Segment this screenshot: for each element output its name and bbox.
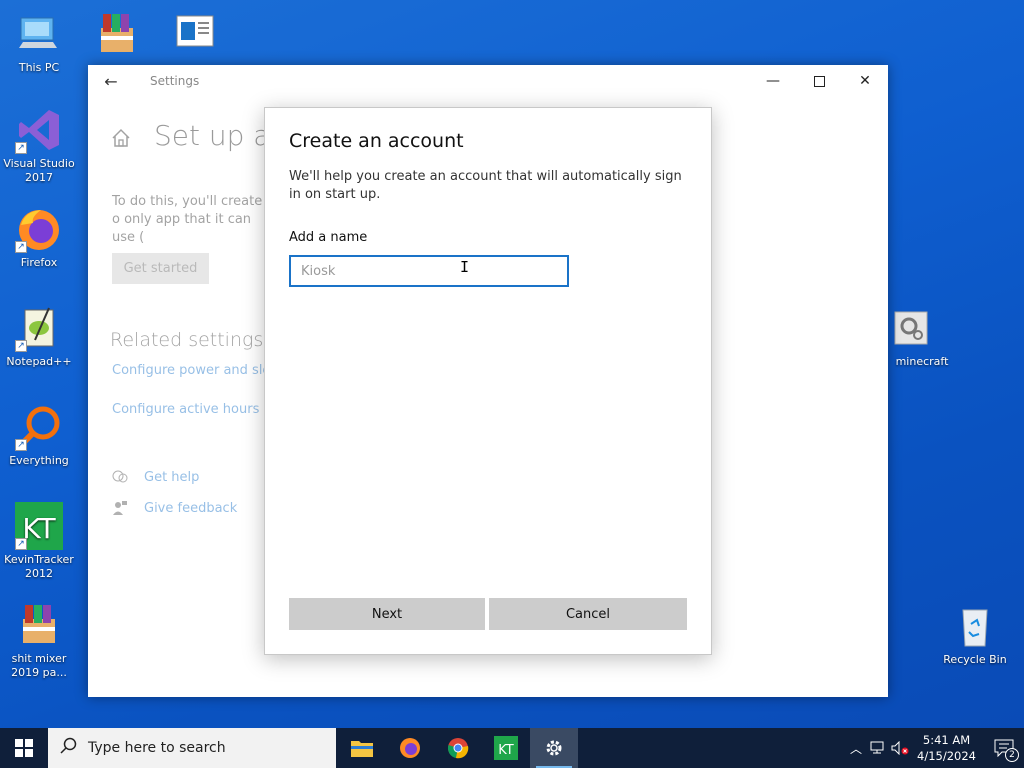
firefox-icon: ↗ <box>15 205 63 253</box>
give-feedback-link[interactable]: Give feedback <box>112 500 237 516</box>
gear-settings-icon <box>887 304 935 352</box>
arrow-left-icon: ← <box>104 71 118 91</box>
desktop-icon-label: KevinTracker 2012 <box>4 553 74 580</box>
search-placeholder: Type here to search <box>88 740 226 756</box>
svg-text:KT: KT <box>498 743 514 758</box>
desktop-icon-kevintracker[interactable]: KT ↗ KevinTracker 2012 <box>0 502 78 581</box>
desktop-icon-shit-mixer[interactable]: shit mixer 2019 pa... <box>0 601 78 680</box>
taskbar-kevintracker[interactable]: KT <box>482 728 530 768</box>
shortcut-arrow-icon: ↗ <box>15 439 27 451</box>
page-description: To do this, you'll create o only app tha… <box>112 194 263 245</box>
desktop-icon-this-pc[interactable]: This PC <box>0 10 78 75</box>
home-icon[interactable] <box>110 127 132 149</box>
maximize-button[interactable] <box>796 65 842 97</box>
page-title: Set up a k <box>154 119 264 152</box>
chrome-icon <box>447 738 469 759</box>
desktop-icon-label: shit mixer 2019 pa... <box>11 652 67 679</box>
desktop-icon-archive[interactable] <box>78 10 156 61</box>
desktop-icon-visual-studio[interactable]: ↗ Visual Studio 2017 <box>0 106 78 185</box>
visual-studio-icon: ↗ <box>15 106 63 154</box>
network-icon[interactable] <box>867 728 889 768</box>
everything-search-icon: ↗ <box>15 403 63 451</box>
windows-logo-icon <box>15 739 33 757</box>
desktop-icon-document[interactable] <box>156 10 234 61</box>
title-bar: ← Settings — ✕ <box>88 65 888 97</box>
gear-icon <box>546 740 562 756</box>
search-icon <box>60 737 78 759</box>
window-document-icon <box>171 10 219 58</box>
desktop-icon-firefox[interactable]: ↗ Firefox <box>0 205 78 270</box>
text-cursor-icon: I <box>460 258 470 276</box>
back-button[interactable]: ← <box>88 65 134 97</box>
folder-icon <box>351 741 373 757</box>
volume-muted-icon[interactable] <box>889 728 911 768</box>
action-center-button[interactable]: 2 <box>984 728 1024 768</box>
related-settings-title: Related settings <box>110 329 264 351</box>
window-title: Settings <box>150 74 200 88</box>
desktop-icon-label: This PC <box>18 61 60 74</box>
desktop-icon-label: Visual Studio 2017 <box>3 157 75 184</box>
kevintracker-icon: KT ↗ <box>15 502 63 550</box>
next-button[interactable]: Next <box>289 598 485 630</box>
shortcut-arrow-icon: ↗ <box>15 241 27 253</box>
close-button[interactable]: ✕ <box>842 65 888 97</box>
name-field-label: Add a name <box>289 230 368 245</box>
get-help-link[interactable]: Get help <box>112 469 199 485</box>
notification-count-badge: 2 <box>1005 748 1019 762</box>
dialog-title: Create an account <box>289 130 464 152</box>
taskbar: Type here to search KT ︿ 5:41 AM 4/15/20… <box>0 728 1024 768</box>
desktop-icon-notepadpp[interactable]: ↗ Notepad++ <box>0 304 78 369</box>
winrar-archive-icon <box>93 10 141 58</box>
get-help-label: Get help <box>144 469 200 485</box>
kevintracker-icon: KT <box>494 736 518 760</box>
desktop-icon-label: Everything <box>9 454 69 467</box>
configure-power-link[interactable]: Configure power and sle <box>112 363 264 378</box>
chat-help-icon <box>112 469 128 485</box>
clock-date: 4/15/2024 <box>917 749 976 763</box>
desktop-icon-recycle-bin[interactable]: Recycle Bin <box>936 602 1014 667</box>
create-account-dialog: Create an account We'll help you create … <box>264 107 712 655</box>
configure-active-hours-link[interactable]: Configure active hours <box>112 402 259 417</box>
desktop-icon-label: Notepad++ <box>6 355 72 368</box>
taskbar-file-explorer[interactable] <box>338 728 386 768</box>
maximize-icon <box>813 75 825 87</box>
notepad-plus-plus-icon: ↗ <box>15 304 63 352</box>
tray-chevron-up-icon[interactable]: ︿ <box>845 728 867 768</box>
taskbar-clock[interactable]: 5:41 AM 4/15/2024 <box>917 732 976 764</box>
feedback-person-icon <box>112 500 128 516</box>
winrar-archive-icon <box>15 601 63 649</box>
firefox-icon <box>400 738 420 758</box>
shortcut-arrow-icon: ↗ <box>15 340 27 352</box>
system-tray: ︿ 5:41 AM 4/15/2024 2 <box>845 728 1024 768</box>
desktop-icon-label: Recycle Bin <box>943 653 1007 666</box>
computer-icon <box>15 10 63 58</box>
cancel-button[interactable]: Cancel <box>489 598 687 630</box>
taskbar-settings[interactable] <box>530 728 578 768</box>
dialog-description: We'll help you create an account that wi… <box>289 169 682 202</box>
desktop-icon-label: Firefox <box>20 256 58 269</box>
get-started-button[interactable]: Get started <box>112 253 209 284</box>
taskbar-firefox[interactable] <box>386 728 434 768</box>
taskbar-search-box[interactable]: Type here to search <box>48 728 336 768</box>
shortcut-arrow-icon: ↗ <box>15 142 27 154</box>
shortcut-arrow-icon: ↗ <box>15 538 27 550</box>
give-feedback-label: Give feedback <box>144 500 238 516</box>
start-button[interactable] <box>0 728 48 768</box>
recycle-bin-icon <box>951 602 999 650</box>
account-name-input[interactable] <box>289 255 569 287</box>
taskbar-chrome[interactable] <box>434 728 482 768</box>
window-controls: — ✕ <box>750 65 888 97</box>
svg-text:KT: KT <box>22 512 56 545</box>
clock-time: 5:41 AM <box>922 733 971 747</box>
minimize-icon: — <box>766 73 780 89</box>
minimize-button[interactable]: — <box>750 65 796 97</box>
desktop-icon-everything[interactable]: ↗ Everything <box>0 403 78 468</box>
close-icon: ✕ <box>859 73 871 89</box>
